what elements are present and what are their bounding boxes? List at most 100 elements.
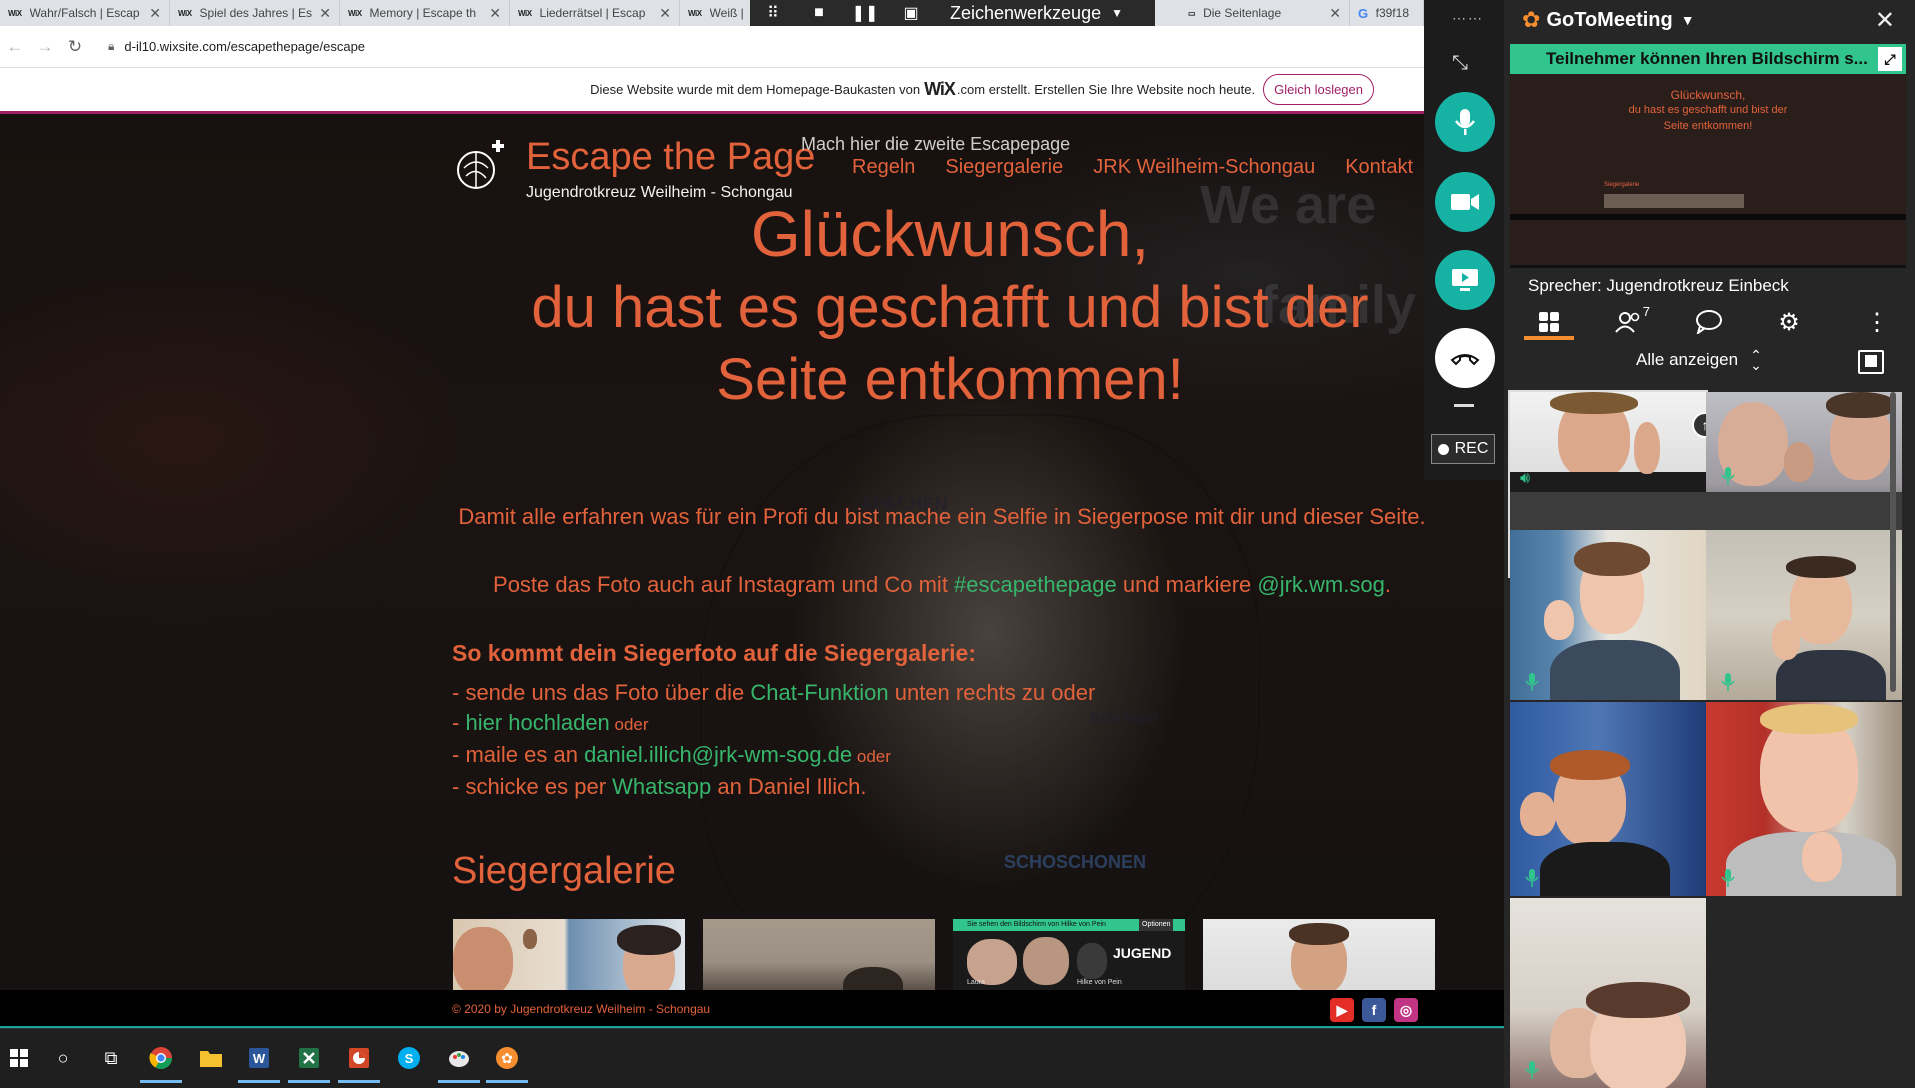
gallery-inner-logo: JUGEND xyxy=(1113,945,1172,961)
hang-up-button[interactable] xyxy=(1435,328,1495,388)
upload-link[interactable]: hier hochladen xyxy=(465,710,609,735)
shared-screen-preview[interactable]: Glückwunsch, du hast es geschafft und bi… xyxy=(1510,74,1906,268)
expand-icon[interactable]: ⤢ xyxy=(1878,47,1902,71)
browser-tab[interactable]: G f39f18 xyxy=(1350,0,1424,26)
participants-icon[interactable]: 7 xyxy=(1604,302,1654,342)
instagram-handle-link[interactable]: @jrk.wm.sog xyxy=(1257,572,1384,597)
grid-icon[interactable]: ⠿ xyxy=(750,0,796,26)
browser-tab[interactable]: WiX Liederrätsel | Escap ✕ xyxy=(510,0,680,26)
chevron-down-icon[interactable]: ▼ xyxy=(1111,6,1123,20)
stop-icon[interactable]: ■ xyxy=(796,0,842,26)
nav-item-siegergalerie[interactable]: Siegergalerie xyxy=(945,156,1063,179)
gallery-inner-options: Optionen xyxy=(1139,919,1174,931)
layout-icon[interactable] xyxy=(1858,350,1884,374)
participant-hair xyxy=(1550,392,1638,414)
paint-icon[interactable] xyxy=(438,1043,480,1083)
browser-tab[interactable]: WiX Spiel des Jahres | Es ✕ xyxy=(170,0,340,26)
close-tab-icon[interactable]: ✕ xyxy=(319,5,331,22)
pause-icon[interactable]: ❚❚ xyxy=(842,0,888,26)
close-tab-icon[interactable]: ✕ xyxy=(489,5,501,22)
participant-tile[interactable] xyxy=(1706,702,1902,896)
instagram-icon[interactable]: ◎ xyxy=(1394,998,1418,1022)
file-explorer-icon[interactable] xyxy=(196,1043,226,1073)
microphone-button[interactable] xyxy=(1435,92,1495,152)
participant-hand xyxy=(1520,792,1556,836)
browser-tab[interactable]: WiX Weiß | xyxy=(680,0,752,26)
search-icon[interactable]: ○ xyxy=(48,1043,78,1073)
gallery-photo[interactable] xyxy=(453,919,685,990)
jugendrotkreuz-logo[interactable] xyxy=(452,138,510,196)
chat-icon[interactable] xyxy=(1684,302,1734,342)
facebook-icon[interactable]: f xyxy=(1362,998,1386,1022)
task-view-icon[interactable]: ⧉ xyxy=(96,1043,126,1073)
gallery-photo[interactable]: Sie sehen den Bildschirm von Hilke von P… xyxy=(953,919,1185,990)
gallery-title: Siegergalerie xyxy=(452,850,676,892)
url-field[interactable]: d-il10.wixsite.com/escapethepage/escape xyxy=(124,39,365,54)
tab-title: Wahr/Falsch | Escap xyxy=(29,6,140,20)
participant-hand xyxy=(1784,442,1814,482)
windows-start-icon[interactable] xyxy=(4,1043,34,1073)
second-escapepage-link[interactable]: Mach hier die zweite Escapepage xyxy=(801,134,1070,155)
skype-icon[interactable]: S xyxy=(394,1043,424,1073)
site-title[interactable]: Escape the Page xyxy=(526,136,815,179)
minimize-icon[interactable] xyxy=(1454,404,1474,407)
close-tab-icon[interactable]: ✕ xyxy=(659,5,671,22)
gallery-photo[interactable] xyxy=(1203,919,1435,990)
nav-item-jrk[interactable]: JRK Weilheim-Schongau xyxy=(1093,156,1315,179)
hero: Glückwunsch, du hast es geschafft und bi… xyxy=(450,198,1450,417)
powerpoint-icon[interactable] xyxy=(338,1043,380,1083)
screen-share-button[interactable] xyxy=(1435,250,1495,310)
step-item: - maile es an daniel.illich@jrk-wm-sog.d… xyxy=(452,740,1095,772)
participant-tile[interactable] xyxy=(1706,530,1902,700)
show-all-selector[interactable]: Alle anzeigen ⌃ ⌄ xyxy=(1636,348,1762,372)
microphone-icon xyxy=(1520,670,1544,694)
step-item: - schicke es per Whatsapp an Daniel Illi… xyxy=(452,772,1095,802)
more-options-icon[interactable]: ⋮ xyxy=(1852,302,1902,342)
participant-tile[interactable] xyxy=(1510,702,1706,896)
participant-tile[interactable] xyxy=(1510,530,1706,700)
gear-icon[interactable]: ⚙ xyxy=(1764,302,1814,342)
windows-logo xyxy=(10,1049,28,1067)
chat-function-link[interactable]: Chat-Funktion xyxy=(750,680,888,705)
hashtag-link[interactable]: #escapethepage xyxy=(954,572,1117,597)
gallery-photo[interactable] xyxy=(703,919,935,990)
camera-button[interactable] xyxy=(1435,172,1495,232)
browser-tab[interactable]: WiX Wahr/Falsch | Escap ✕ xyxy=(0,0,170,26)
close-icon[interactable]: ✕ xyxy=(1875,6,1895,35)
screen-share-icon[interactable]: ▣ xyxy=(888,0,934,26)
participant-tile[interactable] xyxy=(1510,898,1706,1088)
browser-tab[interactable]: WiX Memory | Escape th ✕ xyxy=(340,0,510,26)
browser-tab[interactable]: ▭ Die Seitenlage ✕ xyxy=(1180,0,1350,26)
step-text: - schicke es per xyxy=(452,774,613,799)
close-tab-icon[interactable]: ✕ xyxy=(149,5,161,22)
goto-brand[interactable]: GoToMeeting xyxy=(1546,9,1672,32)
whatsapp-link[interactable]: Whatsapp xyxy=(612,774,711,799)
reload-icon[interactable]: ↻ xyxy=(60,37,90,57)
drag-handle-icon[interactable]: ⋯⋯ xyxy=(1452,10,1484,27)
collapse-icon[interactable]: ⤡ xyxy=(1452,52,1468,75)
get-started-button[interactable]: Gleich loslegen xyxy=(1263,74,1374,105)
wix-favicon-icon: WiX xyxy=(178,8,192,18)
email-link[interactable]: daniel.illich@jrk-wm-sog.de xyxy=(584,742,852,767)
address-bar: ← → ↻ 🔒︎ d-il10.wixsite.com/escapethepag… xyxy=(0,26,1424,68)
grid-view-glyph xyxy=(1539,312,1559,332)
record-button[interactable]: REC xyxy=(1431,434,1495,464)
screen-share-icon xyxy=(1452,269,1478,291)
nav-item-kontakt[interactable]: Kontakt xyxy=(1345,156,1413,179)
goto-meeting-icon[interactable]: ✿ xyxy=(486,1043,528,1083)
drawing-tools-menu[interactable]: Zeichenwerkzeuge xyxy=(934,3,1111,24)
chrome-icon[interactable] xyxy=(140,1043,182,1083)
gallery-inner-banner-text: Sie sehen den Bildschirm von Hilke von P… xyxy=(967,921,1106,928)
forward-icon[interactable]: → xyxy=(30,37,60,57)
participant-list-scrollbar[interactable] xyxy=(1890,392,1896,692)
word-icon[interactable]: W xyxy=(238,1043,280,1083)
mic-glyph xyxy=(1525,673,1539,691)
svg-text:W: W xyxy=(253,1051,266,1066)
youtube-icon[interactable]: ▶ xyxy=(1330,998,1354,1022)
back-icon[interactable]: ← xyxy=(0,37,30,57)
close-tab-icon[interactable]: ✕ xyxy=(1329,5,1341,22)
chevron-down-icon[interactable]: ▼ xyxy=(1681,12,1695,28)
excel-icon[interactable] xyxy=(288,1043,330,1083)
lock-icon[interactable]: 🔒︎ xyxy=(108,39,114,54)
nav-item-regeln[interactable]: Regeln xyxy=(852,156,915,179)
